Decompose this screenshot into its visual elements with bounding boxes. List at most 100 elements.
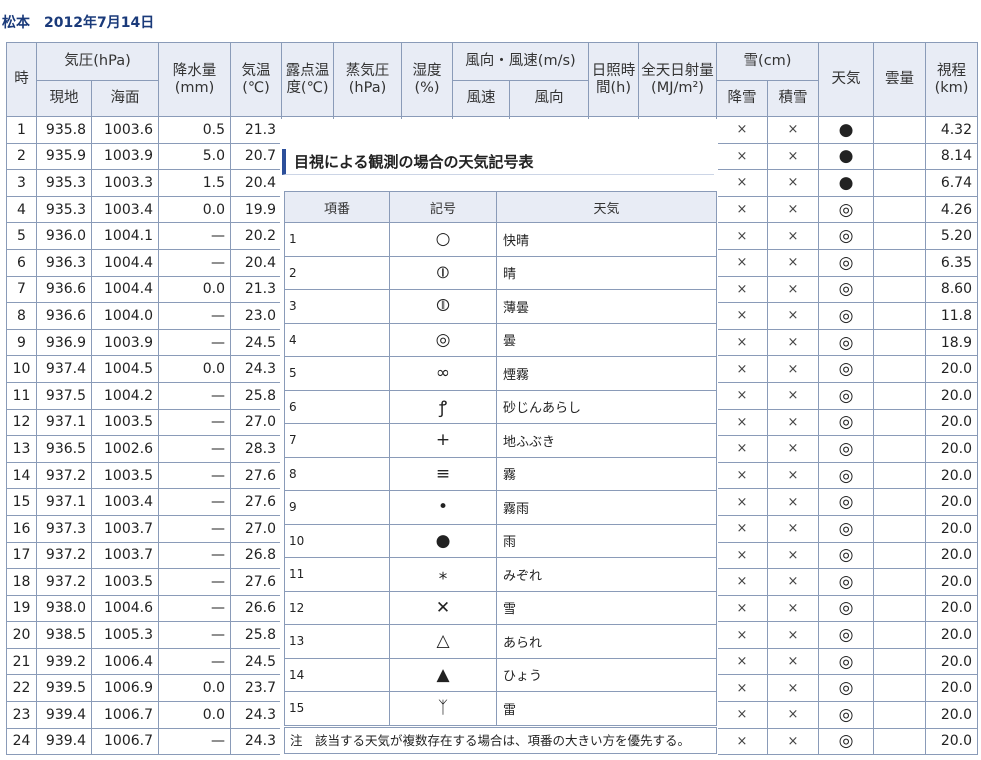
- temp-cell: 21.3: [230, 116, 282, 144]
- snowfall-cell: ×: [716, 248, 768, 277]
- hour-cell: 5: [6, 222, 37, 250]
- legend-no: 6: [284, 389, 390, 424]
- legend-no: 9: [284, 490, 390, 525]
- weather-cell: ◎: [818, 674, 874, 703]
- cloud-cell: [873, 435, 926, 463]
- precip-cell: 0.0: [158, 355, 231, 383]
- snowfall-cell: ×: [716, 674, 768, 703]
- temp-cell: 24.3: [230, 355, 282, 383]
- cloud-cell: [873, 355, 926, 383]
- pressure-sea-cell: 1006.4: [91, 647, 159, 676]
- precip-cell: —: [158, 328, 231, 357]
- legend-row: 13 △ あられ: [284, 624, 717, 659]
- precip-cell: —: [158, 408, 231, 437]
- cloud-cell: [873, 328, 926, 357]
- hour-cell: 11: [6, 381, 37, 410]
- visibility-cell: 20.0: [925, 435, 978, 463]
- visibility-cell: 20.0: [925, 514, 978, 543]
- pressure-local-cell: 937.3: [36, 514, 92, 543]
- hour-cell: 13: [6, 435, 37, 463]
- visibility-cell: 20.0: [925, 488, 978, 516]
- weather-cell: ●: [818, 169, 874, 197]
- cloud-cell: [873, 408, 926, 437]
- pressure-local-cell: 937.2: [36, 541, 92, 570]
- cloud-cell: [873, 275, 926, 304]
- legend-row: 4 ◎ 曇: [284, 322, 717, 357]
- pressure-sea-cell: 1003.6: [91, 116, 159, 144]
- snow-depth-cell: ×: [767, 727, 819, 756]
- pressure-sea-cell: 1003.9: [91, 142, 159, 171]
- temp-cell: 27.0: [230, 514, 282, 543]
- legend-weather-name: 霧雨: [496, 490, 717, 525]
- pressure-sea-cell: 1003.5: [91, 461, 159, 490]
- weather-symbol-icon: △: [389, 624, 497, 659]
- snowfall-cell: ×: [716, 195, 768, 224]
- pressure-local-cell: 935.8: [36, 116, 92, 144]
- col-vapor: 蒸気圧(hPa): [333, 42, 402, 117]
- weather-cell: ◎: [818, 647, 874, 676]
- cloud-cell: [873, 302, 926, 330]
- hour-cell: 24: [6, 727, 37, 756]
- snowfall-cell: ×: [716, 142, 768, 171]
- weather-symbol-icon: ⦶: [389, 255, 497, 290]
- precip-cell: 0.0: [158, 195, 231, 224]
- visibility-cell: 20.0: [925, 541, 978, 570]
- pressure-local-cell: 936.3: [36, 248, 92, 277]
- weather-symbol-icon: ✕: [389, 590, 497, 625]
- visibility-cell: 20.0: [925, 647, 978, 676]
- hour-cell: 12: [6, 408, 37, 437]
- visibility-cell: 8.60: [925, 275, 978, 304]
- visibility-cell: 4.26: [925, 195, 978, 224]
- pressure-local-cell: 937.2: [36, 461, 92, 490]
- legend-no: 11: [284, 557, 390, 592]
- legend-weather-name: ひょう: [496, 657, 717, 692]
- snowfall-cell: ×: [716, 302, 768, 330]
- legend-weather-name: あられ: [496, 624, 717, 659]
- weather-symbol-icon: ∞: [389, 356, 497, 391]
- temp-cell: 27.6: [230, 488, 282, 516]
- temp-cell: 28.3: [230, 435, 282, 463]
- temp-cell: 24.5: [230, 647, 282, 676]
- pressure-sea-cell: 1003.3: [91, 169, 159, 197]
- visibility-cell: 4.32: [925, 116, 978, 144]
- precip-cell: —: [158, 727, 231, 756]
- col-temp: 気温(℃): [230, 42, 282, 117]
- legend-weather-name: 晴: [496, 255, 717, 290]
- snow-depth-cell: ×: [767, 621, 819, 649]
- visibility-cell: 8.14: [925, 142, 978, 171]
- pressure-local-cell: 937.4: [36, 355, 92, 383]
- pressure-local-cell: 935.9: [36, 142, 92, 171]
- pressure-sea-cell: 1006.7: [91, 701, 159, 729]
- snow-depth-cell: ×: [767, 461, 819, 490]
- snowfall-cell: ×: [716, 621, 768, 649]
- col-cloud: 雲量: [873, 42, 926, 117]
- legend-row: 11 ⁎ みぞれ: [284, 557, 717, 592]
- cloud-cell: [873, 142, 926, 171]
- pressure-local-cell: 937.1: [36, 408, 92, 437]
- visibility-cell: 20.0: [925, 674, 978, 703]
- temp-cell: 26.6: [230, 594, 282, 623]
- cloud-cell: [873, 195, 926, 224]
- cloud-cell: [873, 116, 926, 144]
- legend-col-symbol: 記号: [389, 191, 497, 223]
- pressure-sea-cell: 1006.9: [91, 674, 159, 703]
- legend-weather-name: 曇: [496, 322, 717, 357]
- pressure-local-cell: 936.9: [36, 328, 92, 357]
- legend-col-no: 項番: [284, 191, 390, 223]
- precip-cell: 0.0: [158, 275, 231, 304]
- weather-cell: ◎: [818, 701, 874, 729]
- snow-depth-cell: ×: [767, 195, 819, 224]
- weather-symbol-icon: ⦷: [389, 289, 497, 324]
- pressure-sea-cell: 1004.1: [91, 222, 159, 250]
- snow-depth-cell: ×: [767, 275, 819, 304]
- temp-cell: 23.0: [230, 302, 282, 330]
- visibility-cell: 20.0: [925, 568, 978, 596]
- cloud-cell: [873, 701, 926, 729]
- precip-cell: —: [158, 222, 231, 250]
- col-radiation: 全天日射量(MJ/m²): [638, 42, 717, 117]
- pressure-sea-cell: 1003.4: [91, 488, 159, 516]
- pressure-local-cell: 935.3: [36, 169, 92, 197]
- visibility-cell: 20.0: [925, 408, 978, 437]
- precip-cell: —: [158, 621, 231, 649]
- legend-note: 注 該当する天気が複数存在する場合は、項番の大きい方を優先する。: [284, 727, 717, 754]
